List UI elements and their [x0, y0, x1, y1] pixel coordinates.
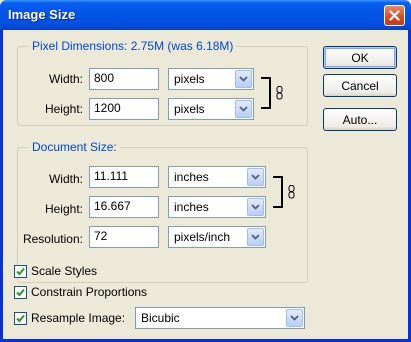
- image-size-dialog: Image Size Pixel Dimensions: 2.75M (was …: [0, 0, 411, 342]
- checkmark-icon: [16, 267, 25, 275]
- pixel-height-unit-select[interactable]: pixels: [168, 98, 254, 120]
- pixel-height-input[interactable]: 1200: [89, 98, 159, 120]
- pixel-height-label: Height:: [44, 102, 83, 116]
- pixel-link-bracket: [261, 77, 271, 109]
- constrain-proportions-checkbox[interactable]: [14, 285, 27, 299]
- resample-image-label: Resample Image:: [31, 311, 126, 325]
- constrain-proportions-option[interactable]: Constrain Proportions: [14, 285, 147, 299]
- constrain-proportions-label: Constrain Proportions: [31, 285, 148, 299]
- resample-image-option[interactable]: Resample Image:: [14, 311, 125, 325]
- pixel-dimensions-heading: Pixel Dimensions: 2.75M (was 6.18M): [29, 39, 237, 53]
- scale-styles-option[interactable]: Scale Styles: [14, 264, 97, 278]
- chevron-down-icon: [235, 70, 252, 88]
- scale-styles-label: Scale Styles: [31, 264, 98, 278]
- pixel-height-unit: pixels: [174, 102, 205, 116]
- ok-button[interactable]: OK: [323, 46, 397, 69]
- doc-height-input[interactable]: 16.667: [89, 196, 159, 218]
- pixel-dimensions-label: Pixel Dimensions:: [32, 39, 128, 53]
- auto-button[interactable]: Auto...: [323, 108, 397, 131]
- pixel-width-unit: pixels: [174, 72, 205, 86]
- dialog-body: Pixel Dimensions: 2.75M (was 6.18M) Widt…: [3, 30, 408, 339]
- resample-method: Bicubic: [141, 311, 180, 325]
- dialog-title: Image Size: [8, 7, 76, 22]
- chain-link-icon: [288, 185, 295, 199]
- chain-link-icon: [276, 86, 283, 100]
- resample-method-select[interactable]: Bicubic: [135, 307, 305, 329]
- scale-styles-checkbox[interactable]: [14, 264, 27, 278]
- pixel-width-unit-select[interactable]: pixels: [168, 68, 254, 90]
- checkmark-icon: [16, 288, 25, 296]
- cancel-button[interactable]: Cancel: [323, 74, 397, 97]
- document-size-heading: Document Size:: [29, 140, 120, 154]
- doc-height-label: Height:: [44, 202, 83, 216]
- chevron-down-icon: [247, 168, 264, 186]
- resolution-unit-select[interactable]: pixels/inch: [168, 226, 266, 248]
- chevron-down-icon: [235, 100, 252, 118]
- chevron-down-icon: [247, 228, 264, 246]
- doc-height-unit-select[interactable]: inches: [168, 196, 266, 218]
- checkmark-icon: [16, 314, 25, 322]
- doc-link-bracket: [273, 176, 283, 208]
- doc-width-input[interactable]: 11.111: [89, 166, 159, 188]
- pixel-width-input[interactable]: 800: [89, 68, 159, 90]
- resolution-input[interactable]: 72: [89, 226, 159, 248]
- doc-width-unit-select[interactable]: inches: [168, 166, 266, 188]
- pixel-width-label: Width:: [48, 72, 83, 86]
- resolution-label: Resolution:: [22, 232, 83, 246]
- title-bar[interactable]: Image Size: [0, 0, 411, 30]
- doc-width-unit: inches: [174, 170, 209, 184]
- resample-image-checkbox[interactable]: [14, 311, 27, 325]
- chevron-down-icon: [247, 198, 264, 216]
- close-button[interactable]: [384, 5, 405, 26]
- doc-height-unit: inches: [174, 200, 209, 214]
- chevron-down-icon: [286, 309, 303, 327]
- close-icon: [389, 10, 400, 21]
- pixel-dimensions-size: 2.75M (was 6.18M): [130, 39, 234, 53]
- resolution-unit: pixels/inch: [174, 230, 231, 244]
- doc-width-label: Width:: [48, 172, 83, 186]
